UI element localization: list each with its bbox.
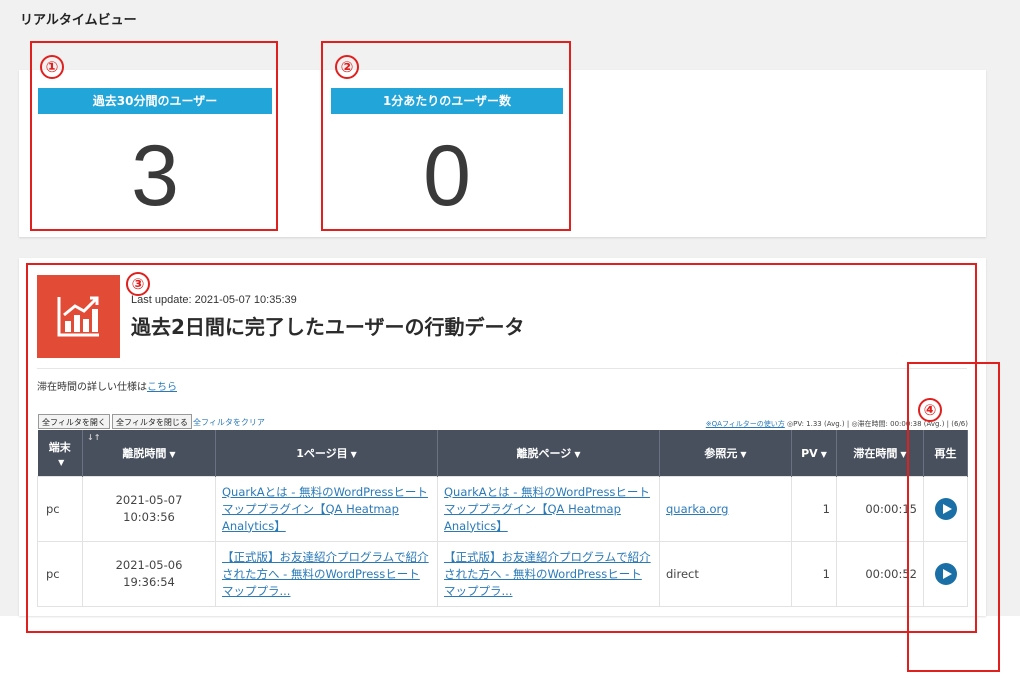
page-title: リアルタイムビュー bbox=[20, 13, 137, 28]
annotation-box-1 bbox=[30, 41, 278, 231]
annotation-box-3 bbox=[26, 263, 977, 633]
annotation-marker-1: ① bbox=[40, 55, 64, 79]
annotation-marker-3: ③ bbox=[126, 272, 150, 296]
annotation-marker-2: ② bbox=[335, 55, 359, 79]
annotation-marker-4: ④ bbox=[918, 398, 942, 422]
